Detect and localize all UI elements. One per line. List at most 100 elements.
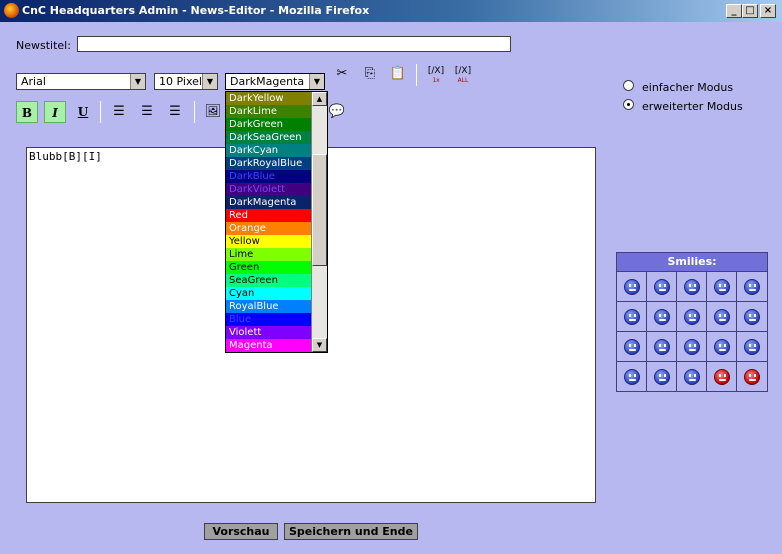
remove-last-code-button[interactable]: [/X] 1x (425, 67, 447, 85)
smiley-button[interactable] (737, 271, 767, 301)
smiley-icon (683, 278, 700, 295)
color-option-lime[interactable]: Lime (226, 248, 312, 261)
smiley-icon (683, 338, 700, 355)
firefox-icon (4, 3, 19, 18)
preview-button[interactable]: Vorschau (204, 523, 278, 540)
remove-all-codes-button[interactable]: [/X] ALL (452, 67, 474, 85)
color-dropdown-list[interactable]: DarkYellow DarkLime DarkGreen DarkSeaGreen D… (225, 91, 328, 353)
smiley-icon (744, 368, 760, 385)
smiley-icon (653, 308, 670, 325)
save-and-exit-button[interactable]: Speichern und Ende (284, 523, 418, 540)
advanced-mode-radio[interactable] (623, 99, 634, 110)
color-option-magenta[interactable]: Magenta (226, 339, 312, 352)
align-right-icon[interactable]: ☰ (164, 102, 186, 122)
size-select[interactable]: 10 Pixel ▼ (154, 73, 218, 90)
simple-mode-radio[interactable] (623, 80, 634, 91)
smiley-button[interactable] (617, 331, 647, 361)
color-option-violett[interactable]: Violett (226, 326, 312, 339)
chevron-down-icon: ▼ (309, 74, 324, 89)
smiley-button[interactable] (707, 271, 737, 301)
color-option-green[interactable]: Green (226, 261, 312, 274)
smiley-button[interactable] (617, 271, 647, 301)
quote-icon[interactable]: 💬 (326, 102, 348, 122)
smiley-icon (744, 278, 760, 295)
color-option-cyan[interactable]: Cyan (226, 287, 312, 300)
smiley-icon (653, 278, 670, 295)
smiley-icon (623, 368, 640, 385)
minimize-button[interactable]: _ (726, 4, 742, 18)
smiley-button[interactable] (617, 361, 647, 391)
color-option-blue[interactable]: Blue (226, 313, 312, 326)
copy-icon[interactable]: ⎘ (359, 64, 381, 84)
smilies-panel: Smilies: (616, 252, 768, 392)
color-option-darkroyalblue[interactable]: DarkRoyalBlue (226, 157, 312, 170)
smiley-button[interactable] (707, 331, 737, 361)
color-option-seagreen[interactable]: SeaGreen (226, 274, 312, 287)
color-option-red[interactable]: Red (226, 209, 312, 222)
maximize-button[interactable]: □ (742, 4, 758, 18)
cut-icon[interactable]: ✂ (331, 64, 353, 84)
smiley-icon (683, 308, 700, 325)
chevron-down-icon: ▼ (202, 74, 217, 89)
simple-mode-label: einfacher Modus (642, 81, 734, 94)
font-select-value: Arial (21, 75, 46, 88)
color-option-darkmagenta[interactable]: DarkMagenta (226, 196, 312, 209)
smiley-icon (623, 308, 640, 325)
paste-icon[interactable]: 📋 (387, 64, 409, 84)
smiley-button[interactable] (647, 361, 677, 391)
smiley-button[interactable] (647, 301, 677, 331)
scroll-thumb[interactable] (312, 154, 327, 266)
toolbar-separator (100, 101, 101, 123)
color-option-darkblue[interactable]: DarkBlue (226, 170, 312, 183)
color-option-orange[interactable]: Orange (226, 222, 312, 235)
align-left-icon[interactable]: ☰ (108, 102, 130, 122)
align-center-icon[interactable]: ☰ (136, 102, 158, 122)
window-title: CnC Headquarters Admin - News-Editor - M… (22, 4, 370, 17)
color-option-darkcyan[interactable]: DarkCyan (226, 144, 312, 157)
smiley-icon (713, 368, 730, 385)
color-option-royalblue[interactable]: RoyalBlue (226, 300, 312, 313)
underline-button[interactable]: U (72, 101, 94, 123)
smiley-button[interactable] (677, 361, 707, 391)
smiley-icon (683, 368, 700, 385)
newstitle-input[interactable] (77, 36, 511, 52)
bold-button[interactable]: B (16, 101, 38, 123)
font-select[interactable]: Arial ▼ (16, 73, 146, 90)
scroll-down-icon[interactable]: ▼ (312, 338, 327, 352)
smiley-button[interactable] (677, 301, 707, 331)
color-option-darkyellow[interactable]: DarkYellow (226, 92, 312, 105)
smiley-button[interactable] (677, 331, 707, 361)
color-option-darklime[interactable]: DarkLime (226, 105, 312, 118)
color-option-darkseagreen[interactable]: DarkSeaGreen (226, 131, 312, 144)
smiley-button[interactable] (647, 331, 677, 361)
image-icon[interactable]: 🖼 (202, 102, 224, 122)
smiley-icon (713, 338, 730, 355)
smiley-icon (623, 278, 640, 295)
smiley-button[interactable] (647, 271, 677, 301)
remove-last-code-sub: 1x (432, 77, 440, 84)
smiley-button[interactable] (737, 331, 767, 361)
remove-all-codes-label: [/X] (454, 66, 472, 76)
close-button[interactable]: × (760, 4, 776, 18)
scroll-up-icon[interactable]: ▲ (312, 92, 327, 106)
color-option-darkgreen[interactable]: DarkGreen (226, 118, 312, 131)
smiley-icon (713, 278, 730, 295)
smiley-button[interactable] (737, 301, 767, 331)
dropdown-scrollbar[interactable]: ▲ ▼ (311, 92, 327, 352)
remove-last-code-label: [/X] (427, 66, 445, 76)
toolbar-separator (416, 64, 417, 86)
smiley-icon (744, 338, 760, 355)
italic-button[interactable]: I (44, 101, 66, 123)
chevron-down-icon: ▼ (130, 74, 145, 89)
color-option-yellow[interactable]: Yellow (226, 235, 312, 248)
smiley-icon (653, 368, 670, 385)
smiley-button[interactable] (707, 361, 737, 391)
smilies-grid (617, 271, 767, 391)
color-select[interactable]: DarkMagenta ▼ (225, 73, 325, 90)
smiley-button[interactable] (737, 361, 767, 391)
smiley-button[interactable] (617, 301, 647, 331)
smiley-button[interactable] (677, 271, 707, 301)
newstitle-label: Newstitel: (16, 39, 71, 52)
color-option-darkviolett[interactable]: DarkViolett (226, 183, 312, 196)
smiley-button[interactable] (707, 301, 737, 331)
